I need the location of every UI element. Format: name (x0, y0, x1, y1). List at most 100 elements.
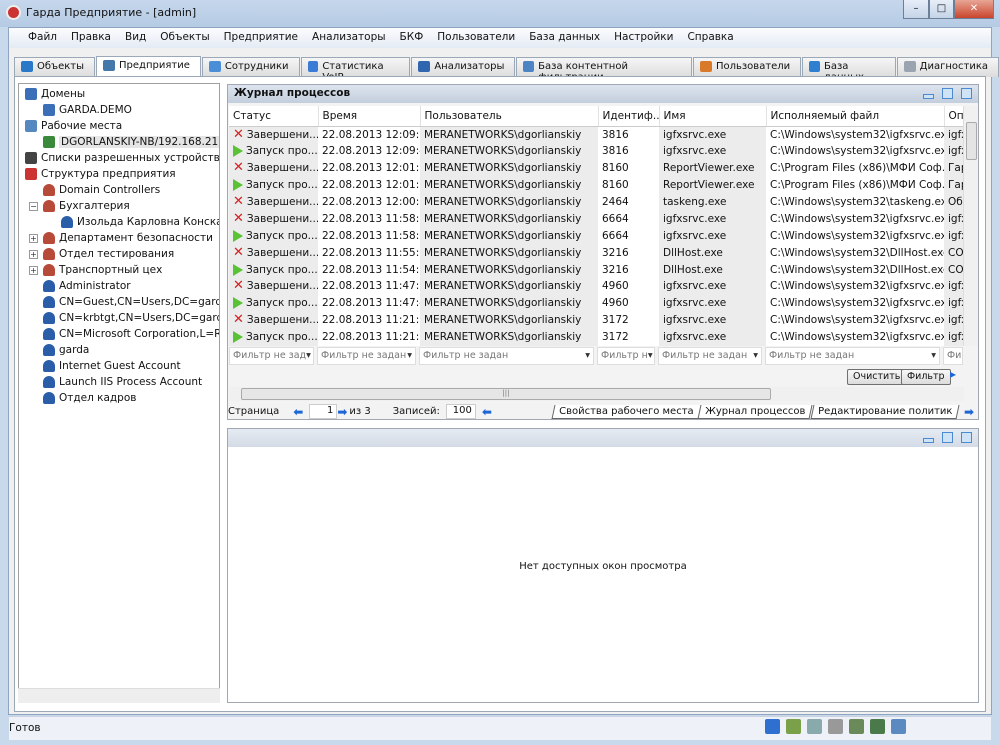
tree-item[interactable]: Отдел тестирования (43, 246, 174, 262)
column-header[interactable]: Идентиф... (598, 106, 660, 127)
tab-7[interactable]: База данных (802, 57, 896, 83)
tree-item[interactable]: Отдел кадров (43, 390, 136, 406)
tree-horizontal-scrollbar[interactable] (18, 688, 220, 703)
tree-item[interactable]: Домены (25, 86, 85, 102)
prev-page-icon[interactable]: ⬅ (293, 405, 303, 419)
status-text: Готов (9, 722, 41, 734)
column-header[interactable]: Статус (229, 106, 319, 127)
minimize-button[interactable]: – (903, 0, 929, 19)
tab-2[interactable]: Сотрудники (201, 57, 300, 77)
column-header[interactable]: Время (318, 106, 421, 127)
tree-item[interactable]: Бухгалтерия (43, 198, 130, 214)
minimize-panel-icon[interactable] (923, 94, 934, 99)
menu-item[interactable]: Предприятие (217, 28, 305, 48)
tree-item[interactable]: Департамент безопасности (43, 230, 213, 246)
menu-item[interactable]: Настройки (607, 28, 680, 48)
table-row[interactable]: ✕Завершени... 22.08.2013 11:58:10MERANETW… (229, 210, 963, 228)
next-page-icon[interactable]: ➡ (337, 405, 347, 419)
page-input[interactable]: 1 (309, 404, 338, 419)
menu-item[interactable]: Правка (64, 28, 118, 48)
table-row[interactable]: Запуск про... 22.08.2013 11:54:58MERANETW… (229, 261, 963, 279)
apply-filter-button[interactable]: Фильтр (901, 369, 951, 385)
view-tab[interactable]: Свойства рабочего места (551, 404, 701, 419)
split-panel-icon[interactable] (961, 88, 972, 99)
clear-filter-button[interactable]: Очистить (847, 369, 907, 385)
table-row[interactable]: Запуск про... 22.08.2013 12:01:35MERANETW… (229, 176, 963, 194)
column-header[interactable]: Имя (659, 106, 767, 127)
filter-dropdown[interactable]: Фильтр не задан ▾ (317, 347, 416, 365)
close-button[interactable]: ✕ (954, 0, 994, 19)
tree-item[interactable]: Транспортный цех (43, 262, 162, 278)
filter-dropdown[interactable]: Фи (943, 347, 963, 365)
column-header[interactable]: Исполняемый файл (766, 106, 945, 127)
expand-toggle-icon[interactable]: + (29, 250, 38, 259)
table-row[interactable]: ✕Завершени... 22.08.2013 12:01:51MERANETW… (229, 159, 963, 177)
filter-dropdown[interactable]: Фильтр не задан ▾ (658, 347, 762, 365)
tree-item[interactable]: Launch IIS Process Account (43, 374, 202, 390)
tab-0[interactable]: Объекты (14, 57, 96, 77)
maximize-button[interactable]: □ (929, 0, 954, 19)
scroll-tabs-right-icon[interactable]: ➡ (964, 405, 974, 419)
expand-toggle-icon[interactable]: − (29, 202, 38, 211)
scrollbar-thumb[interactable] (966, 122, 977, 160)
table-row[interactable]: ✕Завершени... 22.08.2013 12:09:57MERANETW… (229, 126, 963, 143)
tab-1[interactable]: Предприятие (96, 56, 201, 77)
maximize-panel-icon[interactable] (942, 88, 953, 99)
table-row[interactable]: Запуск про... 22.08.2013 12:09:49MERANETW… (229, 142, 963, 160)
tab-3[interactable]: Статистика VoIP (300, 57, 411, 83)
table-row[interactable]: Запуск про... 22.08.2013 11:58:04MERANETW… (229, 227, 963, 245)
table-vertical-scrollbar[interactable] (963, 106, 978, 346)
tab-4[interactable]: Анализаторы (411, 57, 516, 77)
tree-item[interactable]: Структура предприятия (25, 166, 176, 182)
table-row[interactable]: ✕Завершени... 22.08.2013 11:55:03MERANETW… (229, 244, 963, 262)
menu-item[interactable]: Объекты (153, 28, 216, 48)
minimize-panel-icon[interactable] (923, 438, 934, 443)
menu-item[interactable]: Пользователи (430, 28, 522, 48)
scrollbar-thumb[interactable]: ||| (241, 388, 771, 400)
column-header[interactable]: Оп (944, 106, 964, 127)
table-row[interactable]: ✕Завершени... 22.08.2013 11:21:25MERANETW… (229, 311, 963, 329)
tree-item-label: CN=krbtgt,CN=Users,DC=garda,D (59, 312, 219, 324)
table-horizontal-scrollbar[interactable]: ||| (229, 387, 964, 401)
table-row[interactable]: ✕Завершени... 22.08.2013 12:00:01MERANETW… (229, 193, 963, 211)
filter-dropdown[interactable]: Фильтр не задан ▾ (419, 347, 594, 365)
filter-placeholder: Фильтр не задан (769, 350, 855, 361)
column-header[interactable]: Пользователь (420, 106, 599, 127)
menu-item[interactable]: Файл (21, 28, 64, 48)
tree-item[interactable]: Domain Controllers (43, 182, 160, 198)
filter-dropdown[interactable]: Фильтр н ▾ (597, 347, 655, 365)
tree-item[interactable]: CN=krbtgt,CN=Users,DC=garda,D (43, 310, 219, 326)
tree-item[interactable]: Administrator (43, 278, 131, 294)
tree-item[interactable]: Internet Guest Account (43, 358, 181, 374)
filter-dropdown[interactable]: Фильтр не зад ▾ (229, 347, 314, 365)
tree-item[interactable]: CN=Guest,CN=Users,DC=garda,D (43, 294, 219, 310)
table-row[interactable]: Запуск про... 22.08.2013 11:47:49MERANETW… (229, 294, 963, 312)
arrow-right-icon[interactable]: ▸ (950, 367, 956, 381)
expand-toggle-icon[interactable]: + (29, 266, 38, 275)
table-row[interactable]: Запуск про... 22.08.2013 11:21:18MERANETW… (229, 328, 963, 346)
tree-item[interactable]: DGORLANSKIY-NB/192.168.21.1 (43, 134, 219, 150)
tree-item[interactable]: Изольда Карловна Конская (61, 214, 219, 230)
menu-item[interactable]: БКФ (393, 28, 431, 48)
split-panel-icon[interactable] (961, 432, 972, 443)
records-input[interactable]: 100 (445, 404, 476, 419)
tab-5[interactable]: База контентной фильтрации (516, 57, 692, 83)
tab-6[interactable]: Пользователи (692, 57, 802, 77)
tree-item[interactable]: CN=Microsoft Corporation,L=Rec (43, 326, 219, 342)
tab-8[interactable]: Диагностика (896, 57, 999, 77)
table-row[interactable]: ✕Завершени... 22.08.2013 11:47:59MERANETW… (229, 278, 963, 295)
menu-item[interactable]: База данных (522, 28, 607, 48)
tree-item[interactable]: garda (43, 342, 89, 358)
tree-item[interactable]: GARDA.DEMO (43, 102, 132, 118)
maximize-panel-icon[interactable] (942, 432, 953, 443)
menu-item[interactable]: Справка (680, 28, 740, 48)
menu-item[interactable]: Анализаторы (305, 28, 393, 48)
view-tab[interactable]: Редактирование политик (810, 404, 960, 419)
expand-toggle-icon[interactable]: + (29, 234, 38, 243)
tree-item[interactable]: Списки разрешенных устройств (25, 150, 219, 166)
menu-item[interactable]: Вид (118, 28, 153, 48)
tree-item[interactable]: Рабочие места (25, 118, 122, 134)
filter-dropdown[interactable]: Фильтр не задан ▾ (765, 347, 940, 365)
view-tab[interactable]: Журнал процессов (697, 404, 814, 419)
apply-records-icon[interactable]: ⬅ (482, 405, 492, 419)
